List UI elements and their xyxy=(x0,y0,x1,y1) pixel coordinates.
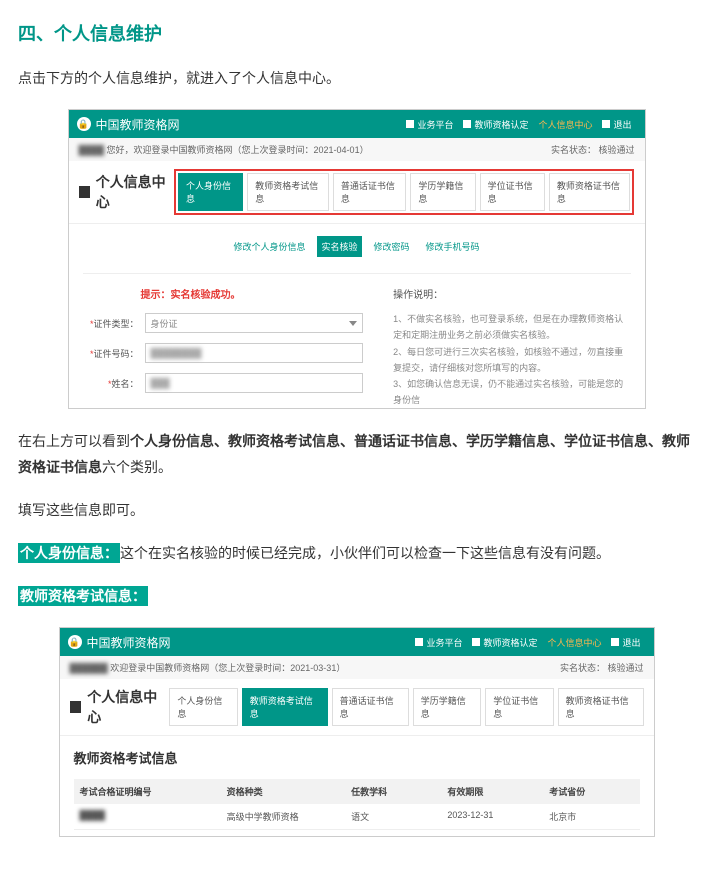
greet-name-blur: ████ xyxy=(79,145,105,155)
greet-text: 您好，欢迎登录中国教师资格网（您上次登录时间：2021-04-01） xyxy=(107,145,369,155)
grid-icon xyxy=(415,638,423,646)
status-label: 实名状态： xyxy=(551,145,596,155)
ops-item-3: 3、如您确认信息无误，仍不能通过实名核验，可能是您的身份信 xyxy=(393,376,630,408)
col-kind: 资格种类 xyxy=(221,779,346,804)
paragraph-exam-hl: 教师资格考试信息： xyxy=(18,584,695,609)
col-cert-num: 考试合格证明编号 xyxy=(74,779,221,804)
cell-kind: 高级中学教师资格 xyxy=(221,804,346,829)
paragraph-identity: 个人身份信息：这个在实名核验的时候已经完成，小伙伴们可以检查一下这些信息有没有问… xyxy=(18,541,695,566)
nav-cert[interactable]: 教师资格认定 xyxy=(458,118,533,131)
subtab-edit[interactable]: 修改个人身份信息 xyxy=(229,236,309,257)
cell-cert-num: ████ xyxy=(74,804,221,829)
status-value: 核验通过 xyxy=(598,145,634,155)
card-icon xyxy=(79,186,90,198)
screenshot-personal-center: 🔒 中国教师资格网 业务平台 教师资格认定 个人信息中心 退出 ████ 您好，… xyxy=(68,109,646,409)
exam-table: 考试合格证明编号 资格种类 任教学科 有效期限 考试省份 ████ 高级中学教师… xyxy=(74,779,640,830)
ops-item-2: 2、每日您可进行三次实名核验，如核验不通过，勿直接重复提交，请仔细核对您所填写的… xyxy=(393,344,630,376)
verify-success-hint: 提示：实名核验成功。 xyxy=(83,286,364,301)
center-bar: 个人信息中心 个人身份信息 教师资格考试信息 普通话证书信息 学历学籍信息 学位… xyxy=(69,161,645,224)
paragraph-fill: 填写这些信息即可。 xyxy=(18,498,695,523)
site-title: 中国教师资格网 xyxy=(96,116,180,133)
card-icon xyxy=(70,701,82,713)
subtab-password[interactable]: 修改密码 xyxy=(370,236,414,257)
name-input[interactable]: ███ xyxy=(145,373,364,393)
greet-text-2: 欢迎登录中国教师资格网（您上次登录时间：2021-03-31） xyxy=(110,663,345,673)
hl-exam: 教师资格考试信息： xyxy=(18,586,148,606)
center-bar-2: 个人信息中心 个人身份信息 教师资格考试信息 普通话证书信息 学历学籍信息 学位… xyxy=(60,679,654,736)
subtab-phone[interactable]: 修改手机号码 xyxy=(422,236,484,257)
tabs: 个人身份信息 教师资格考试信息 普通话证书信息 学历学籍信息 学位证书信息 教师… xyxy=(178,173,630,211)
topbar-2: 🔒 中国教师资格网 业务平台 教师资格认定 个人信息中心 退出 xyxy=(60,628,654,656)
tabs-highlight-box: 个人身份信息 教师资格考试信息 普通话证书信息 学历学籍信息 学位证书信息 教师… xyxy=(174,169,634,215)
tab-exam[interactable]: 教师资格考试信息 xyxy=(247,173,329,211)
doc-icon xyxy=(472,638,480,646)
nav-cert-2[interactable]: 教师资格认定 xyxy=(467,636,542,649)
cell-province: 北京市 xyxy=(543,804,639,829)
tab-identity[interactable]: 个人身份信息 xyxy=(178,173,243,211)
table-head: 考试合格证明编号 资格种类 任教学科 有效期限 考试省份 xyxy=(74,779,640,804)
topbar: 🔒 中国教师资格网 业务平台 教师资格认定 个人信息中心 退出 xyxy=(69,110,645,138)
tabs-2: 个人身份信息 教师资格考试信息 普通话证书信息 学历学籍信息 学位证书信息 教师… xyxy=(169,688,643,726)
tab-mandarin-2[interactable]: 普通话证书信息 xyxy=(332,688,409,726)
form-left: 提示：实名核验成功。 *证件类型： 身份证 *证件号码： ████████ *姓… xyxy=(83,286,364,408)
ops-item-1: 1、不做实名核验，也可登录系统，但是在办理教师资格认定和定期注册业务之前必须做实… xyxy=(393,311,630,343)
tab-degree[interactable]: 学位证书信息 xyxy=(480,173,545,211)
nav-logout[interactable]: 退出 xyxy=(597,118,636,131)
hl-identity: 个人身份信息： xyxy=(18,543,120,563)
col-subject: 任教学科 xyxy=(345,779,441,804)
tab-education-2[interactable]: 学历学籍信息 xyxy=(413,688,481,726)
section-heading: 四、个人信息维护 xyxy=(18,20,695,46)
paragraph-intro: 点击下方的个人信息维护，就进入了个人信息中心。 xyxy=(18,66,695,91)
grid-icon xyxy=(406,120,414,128)
status-label-2: 实名状态： xyxy=(560,663,605,673)
status-value-2: 核验通过 xyxy=(607,663,643,673)
logout-icon xyxy=(611,638,619,646)
nav-biz-2[interactable]: 业务平台 xyxy=(410,636,467,649)
col-province: 考试省份 xyxy=(543,779,639,804)
tab-exam-2[interactable]: 教师资格考试信息 xyxy=(242,688,328,726)
tab-cert-2[interactable]: 教师资格证书信息 xyxy=(558,688,644,726)
tab-cert[interactable]: 教师资格证书信息 xyxy=(549,173,631,211)
cell-expire: 2023-12-31 xyxy=(441,804,543,829)
paragraph-tabs-desc: 在右上方可以看到个人身份信息、教师资格考试信息、普通话证书信息、学历学籍信息、学… xyxy=(18,429,695,479)
row-id-number: *证件号码： ████████ xyxy=(83,343,364,363)
center-title-2: 个人信息中心 xyxy=(87,687,169,727)
nav-logout-2[interactable]: 退出 xyxy=(606,636,645,649)
screenshot-exam-info: 🔒 中国教师资格网 业务平台 教师资格认定 个人信息中心 退出 ██████ 欢… xyxy=(59,627,655,837)
tab-degree-2[interactable]: 学位证书信息 xyxy=(485,688,553,726)
row-id-type: *证件类型： 身份证 xyxy=(83,313,364,333)
cell-subject: 语文 xyxy=(345,804,441,829)
chevron-down-icon xyxy=(349,321,357,326)
row-name: *姓名： ███ xyxy=(83,373,364,393)
nav-biz[interactable]: 业务平台 xyxy=(401,118,458,131)
table-row: ████ 高级中学教师资格 语文 2023-12-31 北京市 xyxy=(74,804,640,830)
logout-icon xyxy=(602,120,610,128)
subtabs: 修改个人身份信息 实名核验 修改密码 修改手机号码 xyxy=(229,236,483,257)
nav-personal[interactable]: 个人信息中心 xyxy=(533,118,597,131)
tab-education[interactable]: 学历学籍信息 xyxy=(410,173,475,211)
subtab-verify[interactable]: 实名核验 xyxy=(317,236,361,257)
center-title: 个人信息中心 xyxy=(96,172,174,212)
tab-identity-2[interactable]: 个人身份信息 xyxy=(169,688,237,726)
doc-icon xyxy=(463,120,471,128)
nav-personal-2[interactable]: 个人信息中心 xyxy=(542,636,606,649)
lock-icon: 🔒 xyxy=(68,635,82,649)
id-number-input[interactable]: ████████ xyxy=(145,343,364,363)
ops-title: 操作说明： xyxy=(393,286,630,301)
greet-bar-2: ██████ 欢迎登录中国教师资格网（您上次登录时间：2021-03-31） 实… xyxy=(60,656,654,679)
col-expire: 有效期限 xyxy=(441,779,543,804)
tab-mandarin[interactable]: 普通话证书信息 xyxy=(333,173,406,211)
id-type-select[interactable]: 身份证 xyxy=(145,313,364,333)
lock-icon: 🔒 xyxy=(77,117,91,131)
exam-section-title: 教师资格考试信息 xyxy=(74,748,640,767)
site-title-2: 中国教师资格网 xyxy=(87,634,171,651)
form-right: 操作说明： 1、不做实名核验，也可登录系统，但是在办理教师资格认定和定期注册业务… xyxy=(393,286,630,408)
greet-name-blur-2: ██████ xyxy=(70,663,108,673)
greet-bar: ████ 您好，欢迎登录中国教师资格网（您上次登录时间：2021-04-01） … xyxy=(69,138,645,161)
